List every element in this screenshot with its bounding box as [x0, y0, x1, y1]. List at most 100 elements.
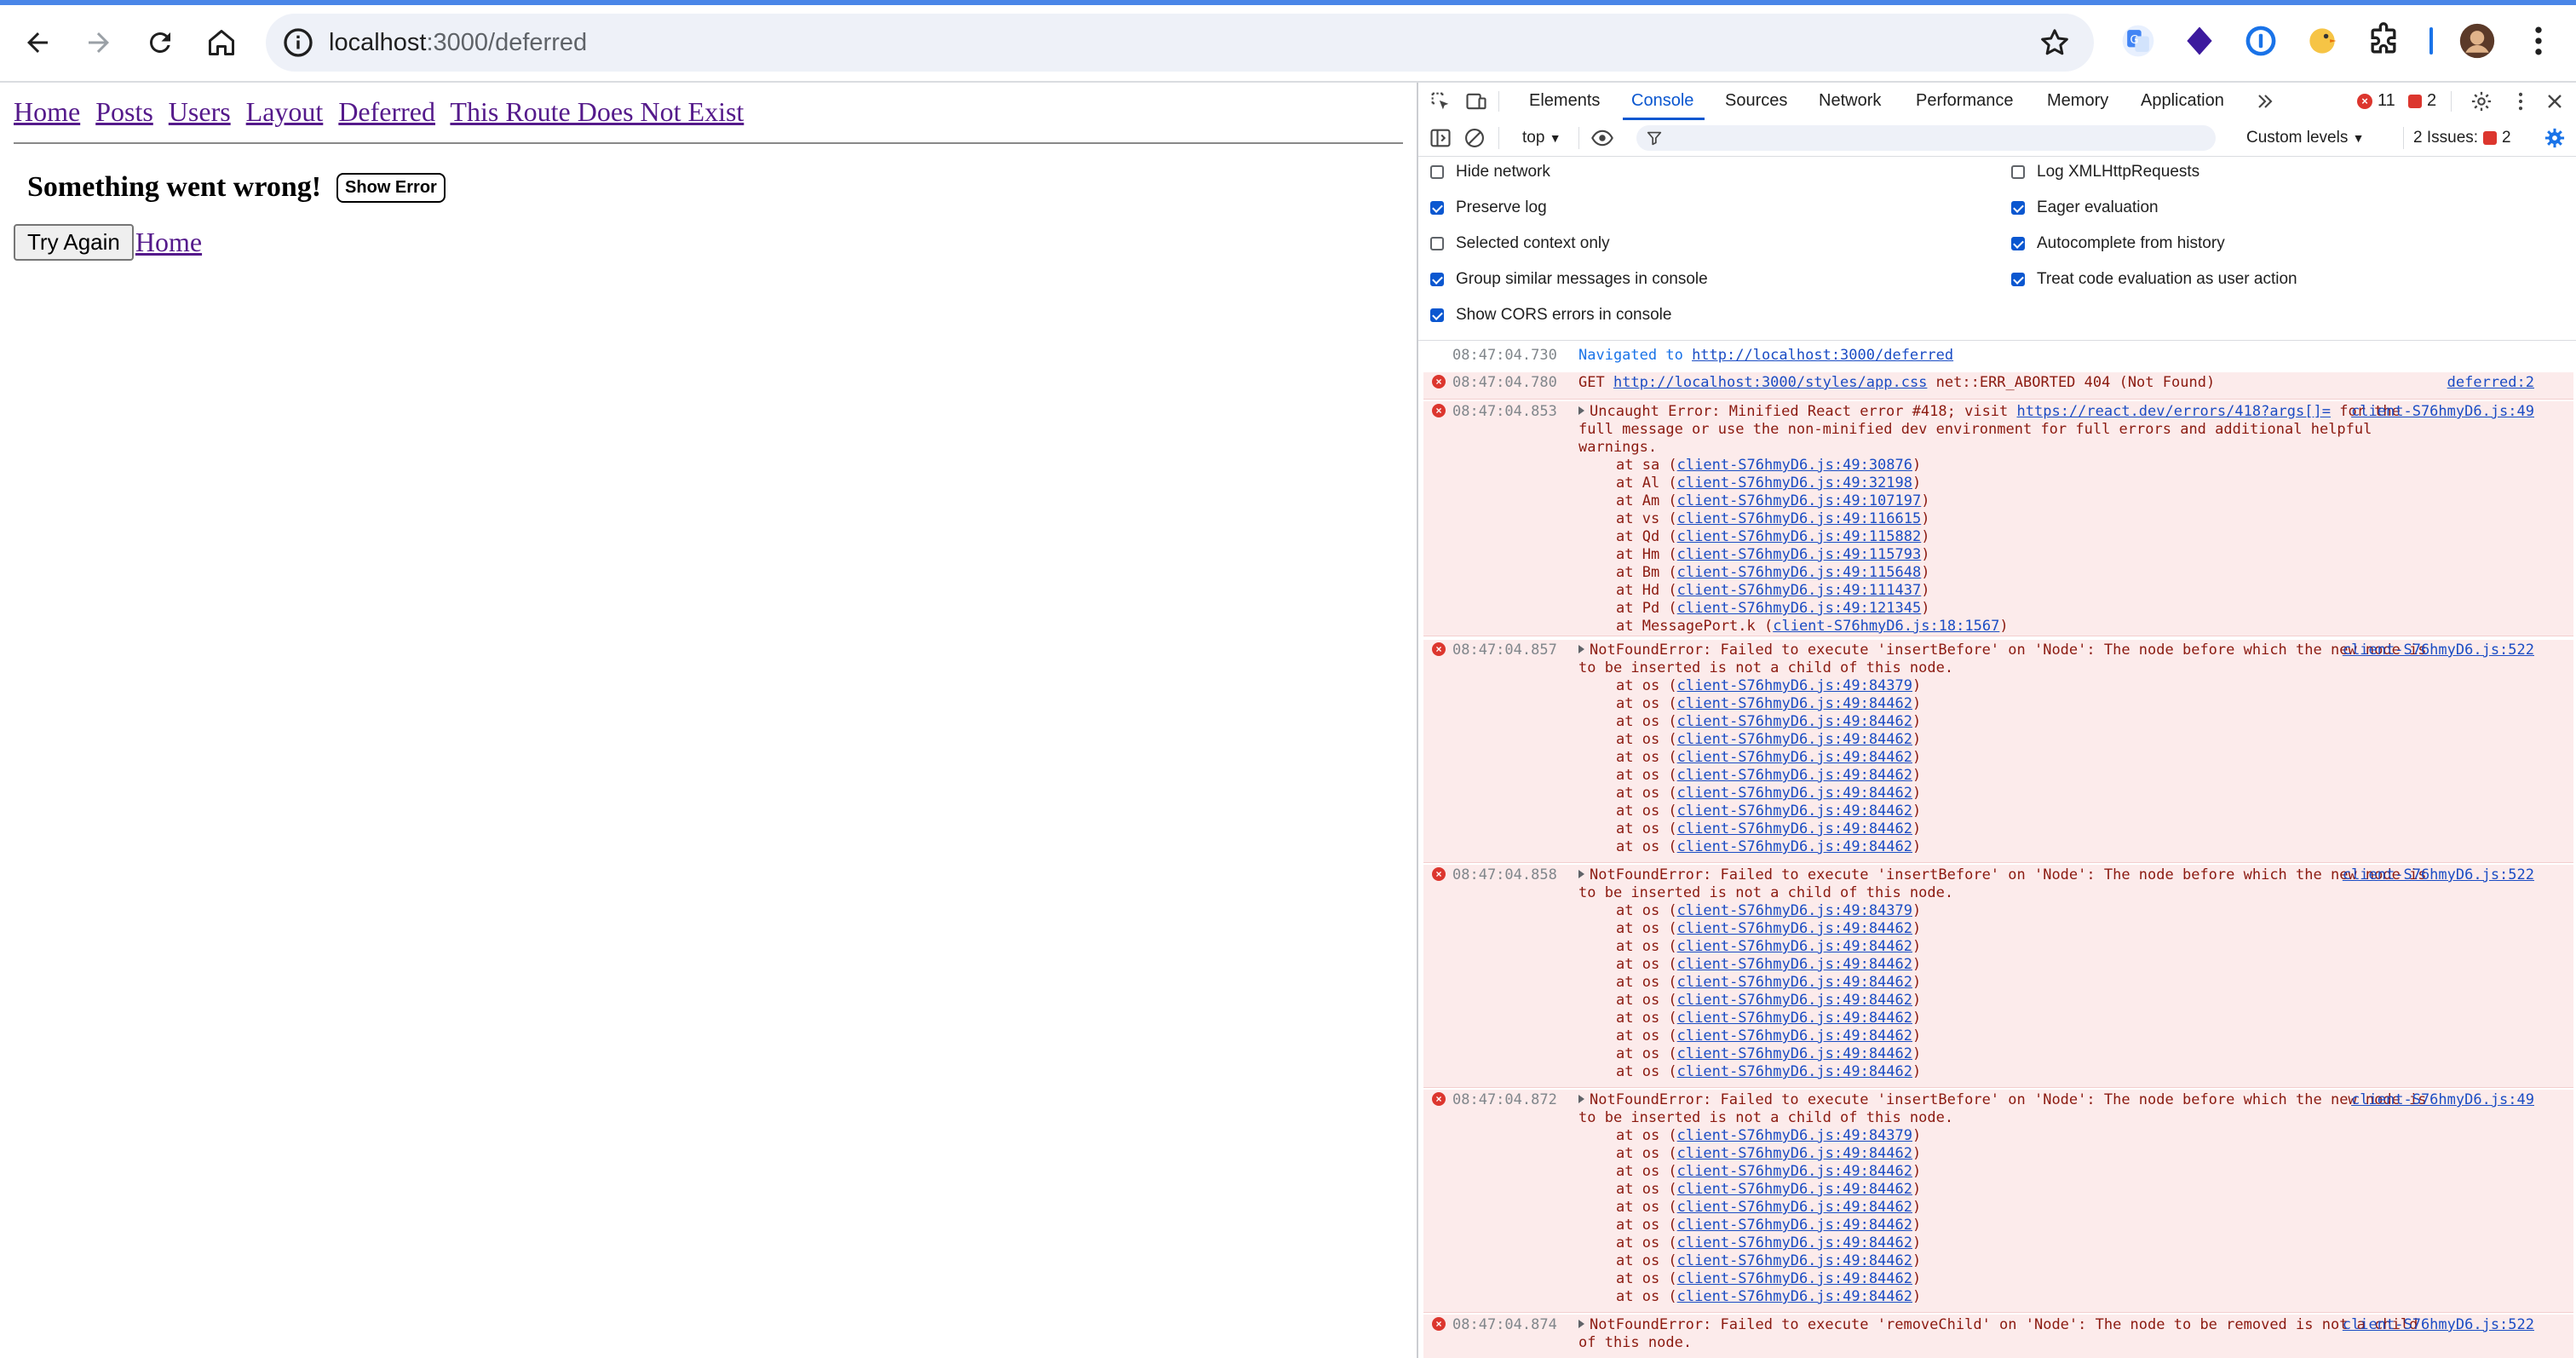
stack-frame-link[interactable]: client-S76hmyD6.js:49:84462 [1677, 974, 1912, 991]
stack-frame-link[interactable]: client-S76hmyD6.js:49:84462 [1677, 1199, 1912, 1216]
stack-frame-link[interactable]: client-S76hmyD6.js:49:84462 [1677, 1045, 1912, 1062]
show-cors-checkbox[interactable] [1430, 308, 1444, 322]
stack-frame-link[interactable]: client-S76hmyD6.js:49:115648 [1677, 564, 1922, 581]
issues-button[interactable]: 2 Issues: 2 [2413, 129, 2511, 147]
console-settings-button[interactable] [2541, 124, 2568, 152]
url-text[interactable]: localhost:3000/deferred [329, 27, 587, 58]
tab-memory[interactable]: Memory [2047, 91, 2108, 111]
stack-frame-link[interactable]: client-S76hmyD6.js:49:84462 [1677, 838, 1912, 855]
purple-extension[interactable] [2179, 20, 2220, 61]
autocomplete-checkbox[interactable] [2011, 237, 2025, 250]
stack-frame-link[interactable]: client-S76hmyD6.js:49:84462 [1677, 1288, 1912, 1305]
expand-triangle-icon[interactable] [1578, 645, 1584, 653]
devtools-settings-button[interactable] [2468, 88, 2495, 115]
stack-frame-link[interactable]: client-S76hmyD6.js:49:84462 [1677, 1010, 1912, 1027]
stack-frame-link[interactable]: client-S76hmyD6.js:49:84462 [1677, 713, 1912, 730]
stack-frame-link[interactable]: client-S76hmyD6.js:49:84462 [1677, 1181, 1912, 1198]
stack-frame-link[interactable]: client-S76hmyD6.js:49:116615 [1677, 510, 1922, 527]
stack-frame-link[interactable]: client-S76hmyD6.js:49:84462 [1677, 803, 1912, 820]
stack-frame-link[interactable]: client-S76hmyD6.js:49:111437 [1677, 582, 1922, 599]
hide-network-checkbox[interactable] [1430, 165, 1444, 179]
eager-eval-checkbox[interactable] [2011, 201, 2025, 215]
nav-link-home[interactable]: Home [14, 96, 80, 127]
stack-frame-link[interactable]: client-S76hmyD6.js:18:1567 [1773, 618, 1999, 635]
stack-frame-link[interactable]: client-S76hmyD6.js:49:84462 [1677, 920, 1912, 937]
tab-elements[interactable]: Elements [1529, 91, 1600, 111]
stack-frame-link[interactable]: client-S76hmyD6.js:49:84462 [1677, 1252, 1912, 1269]
expand-triangle-icon[interactable] [1578, 406, 1584, 415]
stack-frame-link[interactable]: client-S76hmyD6.js:49:84462 [1677, 1145, 1912, 1162]
stack-frame-link[interactable]: client-S76hmyD6.js:49:84462 [1677, 1163, 1912, 1180]
tab-sources[interactable]: Sources [1725, 91, 1787, 111]
treat-code-checkbox[interactable] [2011, 273, 2025, 286]
warning-count-badge[interactable]: 2 [2408, 91, 2436, 111]
clear-console-button[interactable] [1461, 124, 1488, 152]
chrome-menu-button[interactable] [2518, 20, 2559, 61]
log-xhr-option[interactable]: Log XMLHttpRequests [2011, 163, 2199, 181]
google-translate-extension[interactable]: G [2118, 20, 2159, 61]
stack-frame-link[interactable]: client-S76hmyD6.js:49:84462 [1677, 731, 1912, 748]
message-source-link[interactable]: deferred:2 [2447, 374, 2534, 392]
info-icon[interactable] [281, 26, 315, 60]
treat-code-option[interactable]: Treat code evaluation as user action [2011, 270, 2297, 289]
expand-triangle-icon[interactable] [1578, 1095, 1584, 1103]
eager-eval-option[interactable]: Eager evaluation [2011, 199, 2159, 217]
stack-frame-link[interactable]: client-S76hmyD6.js:49:84462 [1677, 749, 1912, 766]
console-filter-input[interactable] [1636, 125, 2216, 151]
expand-triangle-icon[interactable] [1578, 870, 1584, 878]
home-button[interactable] [196, 17, 247, 68]
selected-context-checkbox[interactable] [1430, 237, 1444, 250]
onepassword-extension[interactable] [2240, 20, 2281, 61]
nav-link-layout[interactable]: Layout [246, 96, 324, 127]
show-cors-option[interactable]: Show CORS errors in console [1430, 306, 1671, 325]
devtools-menu-button[interactable] [2507, 88, 2534, 115]
request-url-link[interactable]: http://localhost:3000/styles/app.css [1613, 374, 1927, 391]
stack-frame-link[interactable]: client-S76hmyD6.js:49:84462 [1677, 820, 1912, 837]
star-icon[interactable] [2038, 26, 2072, 60]
stack-frame-link[interactable]: client-S76hmyD6.js:49:84462 [1677, 1270, 1912, 1287]
stack-frame-link[interactable]: client-S76hmyD6.js:49:84379 [1677, 677, 1912, 694]
stack-frame-link[interactable]: client-S76hmyD6.js:49:84462 [1677, 956, 1912, 973]
nav-link-deferred[interactable]: Deferred [338, 96, 435, 127]
stack-frame-link[interactable]: client-S76hmyD6.js:49:32198 [1677, 475, 1912, 492]
stack-frame-link[interactable]: client-S76hmyD6.js:49:84462 [1677, 1027, 1912, 1044]
back-button[interactable] [12, 17, 63, 68]
stack-frame-link[interactable]: client-S76hmyD6.js:49:84379 [1677, 902, 1912, 919]
inspect-element-button[interactable] [1427, 88, 1454, 115]
stack-frame-link[interactable]: client-S76hmyD6.js:49:84462 [1677, 695, 1912, 712]
message-source-link[interactable]: client-S76hmyD6.js:522 [2343, 642, 2534, 659]
context-selector[interactable]: top ▼ [1522, 129, 1561, 147]
profile-avatar[interactable] [2457, 20, 2498, 61]
tab-application[interactable]: Application [2141, 91, 2224, 111]
preserve-log-checkbox[interactable] [1430, 201, 1444, 215]
stack-frame-link[interactable]: client-S76hmyD6.js:49:84462 [1677, 992, 1912, 1009]
stack-frame-link[interactable]: client-S76hmyD6.js:49:115882 [1677, 528, 1922, 545]
group-similar-checkbox[interactable] [1430, 273, 1444, 286]
bird-extension[interactable] [2302, 20, 2343, 61]
stack-frame-link[interactable]: client-S76hmyD6.js:49:84462 [1677, 1234, 1912, 1252]
nav-link-posts[interactable]: Posts [95, 96, 153, 127]
stack-frame-link[interactable]: client-S76hmyD6.js:49:84462 [1677, 785, 1912, 802]
error-docs-link[interactable]: https://react.dev/errors/418?args[]= [2017, 403, 2331, 420]
stack-frame-link[interactable]: client-S76hmyD6.js:49:84462 [1677, 1217, 1912, 1234]
preserve-log-option[interactable]: Preserve log [1430, 199, 1547, 217]
stack-frame-link[interactable]: client-S76hmyD6.js:49:84462 [1677, 1063, 1912, 1080]
forward-button[interactable] [73, 17, 124, 68]
log-xhr-checkbox[interactable] [2011, 165, 2025, 179]
nav-link-users[interactable]: Users [169, 96, 231, 127]
error-count-badge[interactable]: × 11 [2357, 91, 2395, 111]
extensions-button[interactable] [2363, 20, 2404, 61]
address-bar[interactable]: localhost:3000/deferred [266, 14, 2094, 72]
stack-frame-link[interactable]: client-S76hmyD6.js:49:30876 [1677, 457, 1912, 474]
group-similar-option[interactable]: Group similar messages in console [1430, 270, 1708, 289]
message-source-link[interactable]: client-S76hmyD6.js:49 [2351, 403, 2534, 421]
message-source-link[interactable]: client-S76hmyD6.js:49 [2351, 1091, 2534, 1109]
more-tabs-button[interactable] [2251, 88, 2279, 115]
stack-frame-link[interactable]: client-S76hmyD6.js:49:115793 [1677, 546, 1922, 563]
stack-frame-link[interactable]: client-S76hmyD6.js:49:84462 [1677, 938, 1912, 955]
try-again-button[interactable]: Try Again [14, 224, 134, 261]
stack-frame-link[interactable]: client-S76hmyD6.js:49:84462 [1677, 767, 1912, 784]
log-levels-dropdown[interactable]: Custom levels ▼ [2246, 129, 2364, 147]
show-error-button[interactable]: Show Error [336, 172, 446, 203]
tab-performance[interactable]: Performance [1916, 91, 2014, 111]
